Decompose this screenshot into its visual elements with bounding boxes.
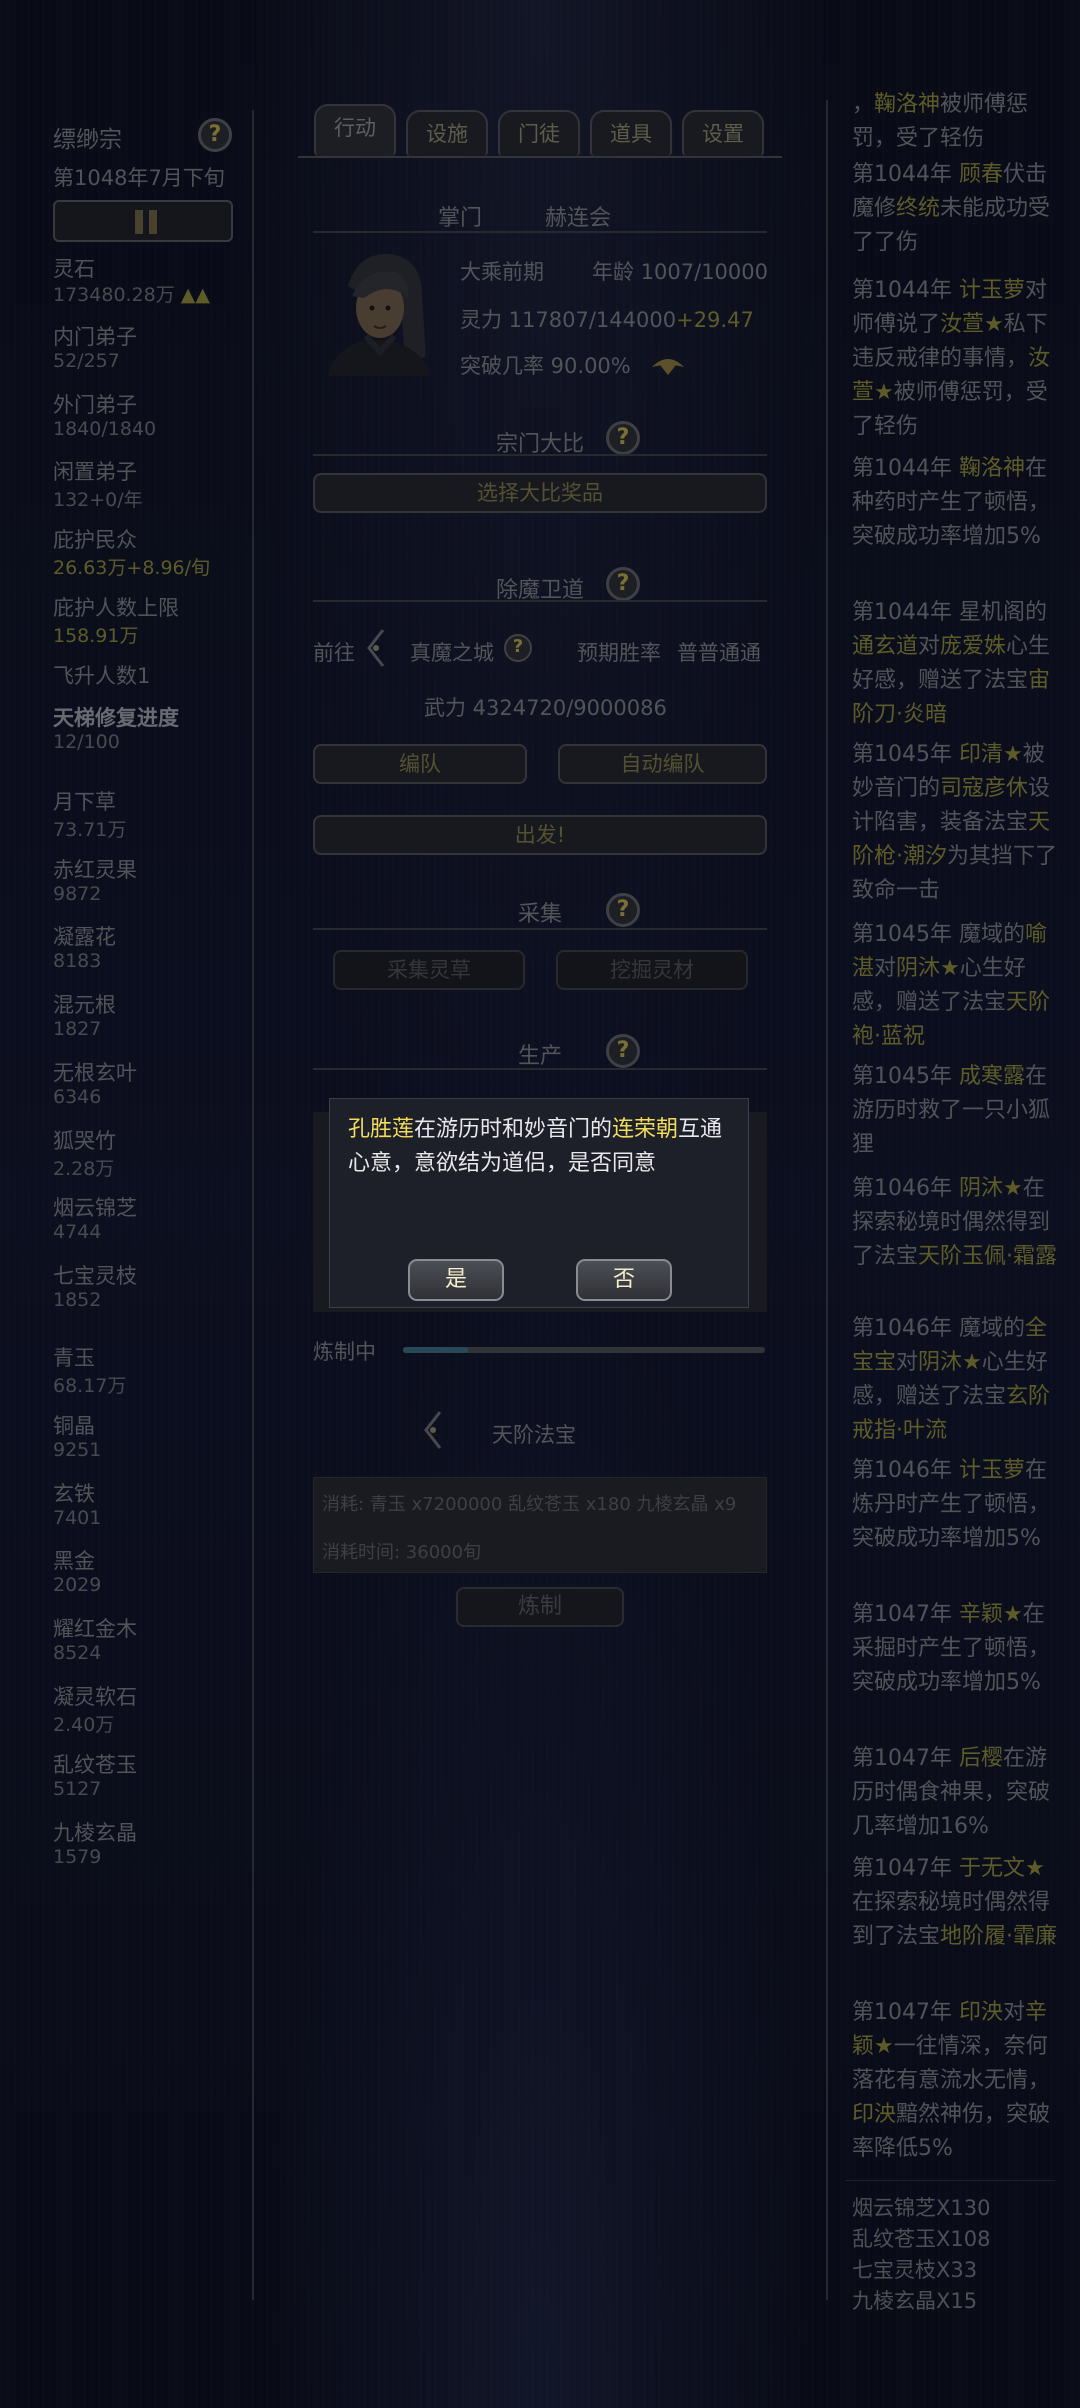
game-screen: { "left": { "sect_name": "缥缈宗", "date": … [0,0,1080,2408]
yes-button[interactable]: 是 [408,1259,504,1301]
no-button[interactable]: 否 [576,1259,672,1301]
dialog-name-1: 孔胜莲 [348,1117,415,1142]
dialog-text-1: 在游历时和妙音门的 [414,1117,613,1142]
dialog-name-2: 连荣朝 [612,1117,679,1142]
marriage-dialog: 孔胜莲在游历时和妙音门的连荣朝互通心意，意欲结为道侣，是否同意 是 否 [329,1098,749,1308]
dialog-message: 孔胜莲在游历时和妙音门的连荣朝互通心意，意欲结为道侣，是否同意 [348,1113,738,1181]
